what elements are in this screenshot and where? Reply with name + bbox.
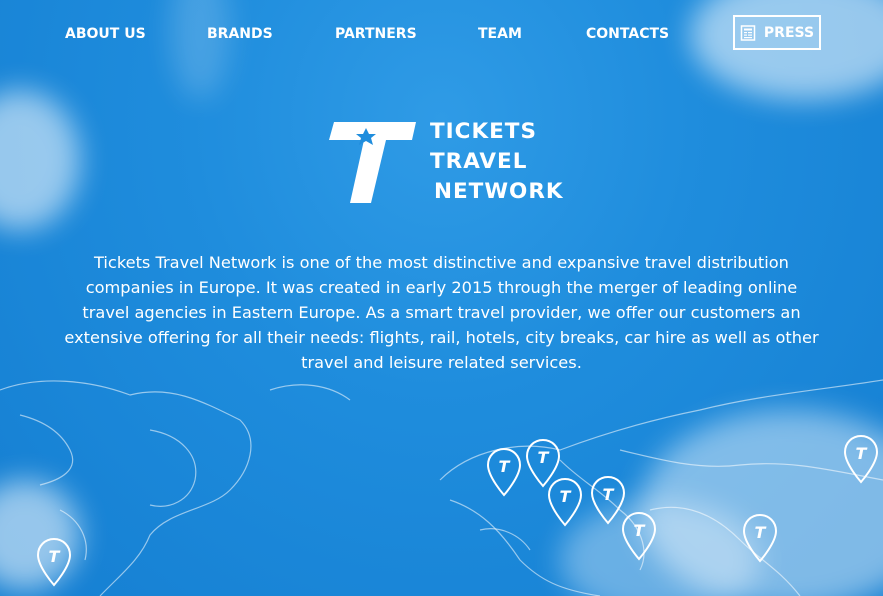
- pin-label: T: [634, 521, 646, 540]
- top-nav: ABOUT US BRANDS PARTNERS TEAM CONTACTS P…: [0, 0, 883, 70]
- map-pin-icon[interactable]: T: [742, 513, 778, 563]
- nav-team[interactable]: TEAM: [478, 26, 522, 42]
- pin-label: T: [603, 485, 615, 504]
- nav-partners[interactable]: PARTNERS: [335, 26, 417, 42]
- pin-label: T: [560, 487, 572, 506]
- logo-line-3: NETWORK: [434, 179, 564, 204]
- logo-line-1: TICKETS: [430, 119, 537, 144]
- cloud: [0, 90, 80, 230]
- logo-t-icon: [329, 122, 416, 203]
- pin-label: T: [49, 547, 61, 566]
- press-label: PRESS: [763, 24, 815, 41]
- nav-brands[interactable]: BRANDS: [207, 26, 273, 42]
- pin-label: T: [499, 457, 511, 476]
- pin-label: T: [755, 523, 767, 542]
- intro-paragraph: Tickets Travel Network is one of the mos…: [64, 253, 819, 372]
- nav-contacts[interactable]: CONTACTS: [586, 26, 669, 42]
- map-pin-icon[interactable]: T: [486, 447, 522, 497]
- map-pin-icon[interactable]: T: [621, 511, 657, 561]
- map-pin-icon[interactable]: T: [547, 477, 583, 527]
- newspaper-icon: [740, 24, 756, 41]
- brand-logo[interactable]: TICKETS TRAVEL NETWORK: [326, 117, 566, 207]
- pin-label: T: [538, 448, 550, 467]
- map-pin-icon[interactable]: T: [843, 434, 879, 484]
- nav-about-us[interactable]: ABOUT US: [65, 26, 146, 42]
- map-pin-icon[interactable]: T: [36, 537, 72, 587]
- press-button[interactable]: PRESS: [733, 15, 821, 50]
- logo-line-2: TRAVEL: [430, 149, 528, 174]
- pin-label: T: [856, 444, 868, 463]
- logo-wordmark: TICKETS TRAVEL NETWORK: [430, 117, 564, 207]
